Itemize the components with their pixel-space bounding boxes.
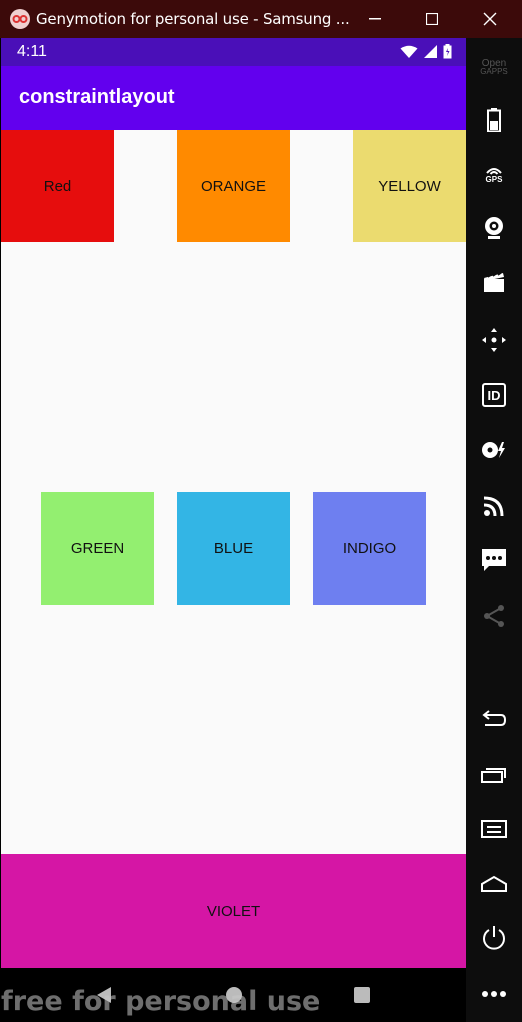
dpad-icon (482, 328, 506, 352)
indigo-box[interactable]: INDIGO (313, 492, 426, 605)
menu-icon (481, 820, 507, 838)
message-icon (482, 549, 506, 571)
device-screen: 4:11 constraintlayout Red ORANGE YELLOW … (1, 38, 466, 1022)
app-title: constraintlayout (19, 86, 175, 108)
status-time: 4:11 (17, 43, 47, 60)
opengapps-label-bottom: GAPPS (480, 67, 508, 76)
maximize-button[interactable] (412, 4, 452, 34)
status-bar: 4:11 (1, 38, 466, 66)
more-options-button[interactable] (478, 978, 510, 1010)
genymotion-logo-icon (10, 9, 30, 29)
sms-button[interactable] (478, 544, 510, 576)
red-box[interactable]: Red (1, 130, 114, 242)
clapperboard-icon (484, 272, 504, 292)
more-dots-icon (482, 991, 506, 997)
recent-apps-icon (481, 768, 506, 783)
close-button[interactable] (470, 4, 510, 34)
window-title-bar: Genymotion for personal use - Samsung ..… (0, 0, 522, 38)
battery-icon (443, 44, 452, 59)
recents-icon (354, 987, 370, 1003)
orange-box[interactable]: ORANGE (177, 130, 290, 242)
device-recents-button[interactable] (478, 758, 510, 790)
window-title: Genymotion for personal use - Samsung ..… (36, 10, 350, 28)
signal-icon (424, 45, 437, 58)
opengapps-button[interactable]: Open GAPPS (478, 52, 510, 84)
rss-icon (483, 496, 504, 517)
device-home-button[interactable] (478, 868, 510, 900)
close-icon (483, 12, 497, 26)
minimize-button[interactable] (355, 4, 395, 34)
emulator-toolbar: Open GAPPS GPS ID (466, 38, 522, 1022)
yellow-box[interactable]: YELLOW (353, 130, 466, 242)
gps-label: GPS (485, 174, 503, 184)
wifi-icon (400, 45, 418, 58)
device-id-button[interactable]: ID (478, 379, 510, 411)
battery-tool-icon (487, 108, 501, 132)
share-button[interactable] (478, 600, 510, 632)
svg-text:ID: ID (488, 388, 501, 403)
gps-button[interactable]: GPS (478, 158, 510, 190)
share-icon (484, 605, 504, 627)
network-button[interactable] (478, 490, 510, 522)
watermark: free for personal use (1, 986, 321, 1017)
recents-button[interactable] (349, 982, 375, 1008)
home-outline-icon (481, 875, 507, 892)
power-button[interactable] (478, 922, 510, 954)
device-menu-button[interactable] (478, 812, 510, 844)
minimize-icon (369, 18, 381, 20)
maximize-icon (426, 13, 438, 25)
webcam-button[interactable] (478, 212, 510, 244)
power-icon (483, 926, 505, 950)
return-icon (482, 710, 507, 726)
disk-io-button[interactable] (478, 434, 510, 466)
dpad-button[interactable] (478, 324, 510, 356)
blue-box[interactable]: BLUE (177, 492, 290, 605)
webcam-icon (485, 217, 503, 239)
disk-io-icon (482, 442, 505, 458)
battery-tool-button[interactable] (478, 104, 510, 136)
gps-icon (486, 167, 502, 175)
app-bar: constraintlayout (1, 66, 466, 130)
device-back-button[interactable] (478, 702, 510, 734)
id-icon: ID (482, 383, 506, 407)
screencast-button[interactable] (478, 266, 510, 298)
green-box[interactable]: GREEN (41, 492, 154, 605)
violet-box[interactable]: VIOLET (1, 854, 466, 968)
